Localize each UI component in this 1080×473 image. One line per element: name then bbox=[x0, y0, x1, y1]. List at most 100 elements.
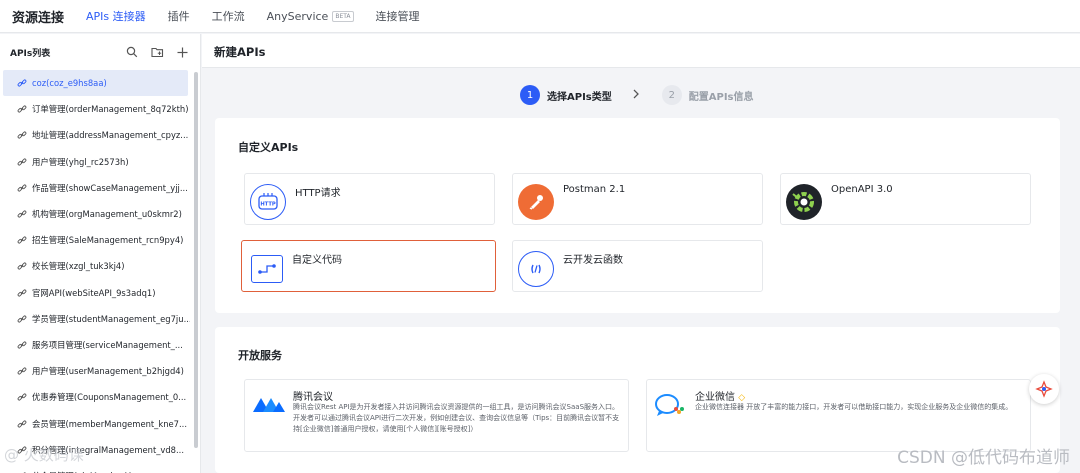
sidebar-header: APIs列表 bbox=[0, 34, 200, 70]
tile-custom-code[interactable]: 自定义代码 bbox=[241, 240, 496, 292]
service-name: 企业微信 ◇ bbox=[695, 388, 745, 403]
sidebar-item-label: 会员管理(memberMangement_kne7... bbox=[32, 418, 187, 429]
step-2-number: 2 bbox=[661, 85, 682, 105]
step-1-label: 选择APIs类型 bbox=[547, 91, 612, 103]
postman-icon bbox=[518, 184, 554, 220]
link-icon bbox=[17, 158, 27, 166]
cloud-function-icon bbox=[518, 251, 554, 287]
apis-sidebar: APIs列表 coz(coz_e9hs8aa) 订单管理(orderManagem… bbox=[0, 34, 201, 473]
new-folder-icon[interactable] bbox=[149, 44, 165, 60]
sidebar-item[interactable]: coz(coz_e9hs8aa) bbox=[3, 70, 188, 97]
nav-tab-anyservice[interactable]: AnyService BETA bbox=[267, 10, 354, 23]
link-icon bbox=[17, 236, 27, 244]
nav-tab-apis-connector[interactable]: APIs 连接器 bbox=[86, 8, 146, 24]
watermark-left: @ 火数码课 bbox=[4, 446, 84, 464]
tile-openapi[interactable]: OpenAPI 3.0 bbox=[780, 173, 1031, 225]
sidebar-item[interactable]: 机构管理(orgManagement_u0skmr2) bbox=[0, 201, 190, 227]
link-icon bbox=[17, 315, 27, 323]
sidebar-item[interactable]: 招生管理(SaleManagement_rcn9py4) bbox=[0, 227, 190, 253]
sidebar-item-label: 机构管理(orgManagement_u0skmr2) bbox=[32, 209, 182, 220]
link-icon bbox=[17, 393, 27, 401]
link-icon bbox=[17, 105, 27, 113]
api-list: coz(coz_e9hs8aa) 订单管理(orderManagement_8q7… bbox=[0, 70, 190, 473]
chevron-right-icon bbox=[632, 88, 640, 102]
svg-text:HTTP: HTTP bbox=[260, 202, 276, 208]
nav-tab-workflow[interactable]: 工作流 bbox=[212, 8, 245, 24]
step-1-number: 1 bbox=[520, 85, 540, 105]
step-2-label: 配置APIs信息 bbox=[688, 91, 754, 103]
nav-tab-label: 插件 bbox=[167, 10, 190, 23]
sidebar-item[interactable]: 会员管理(memberMangement_kne7... bbox=[0, 410, 190, 436]
sidebar-item-label: 招生管理(SaleManagement_rcn9py4) bbox=[32, 235, 184, 246]
search-icon[interactable] bbox=[124, 44, 140, 60]
service-name: 腾讯会议 bbox=[293, 392, 333, 403]
sidebar-title: APIs列表 bbox=[10, 48, 51, 59]
link-icon bbox=[17, 262, 27, 270]
service-description: 企业微信连接器 开放了丰富的能力接口，开发者可以借助接口能力，实现企业服务及企业… bbox=[695, 403, 1013, 411]
sidebar-item[interactable]: 用户管理(yhgl_rc2573h) bbox=[0, 149, 190, 175]
stepper: 1 选择APIs类型 2 配置APIs信息 bbox=[520, 85, 754, 105]
link-icon bbox=[17, 79, 27, 87]
nav-tab-label: 工作流 bbox=[211, 10, 245, 23]
openapi-icon bbox=[786, 184, 822, 220]
page-title: 新建APIs bbox=[202, 34, 1080, 68]
sidebar-item[interactable]: 地址管理(addressManagement_cpyz... bbox=[0, 122, 190, 148]
sidebar-item-label: 官网API(webSiteAPI_9s3adq1) bbox=[32, 287, 156, 298]
service-wecom[interactable]: 企业微信 ◇ 企业微信连接器 开放了丰富的能力接口，开发者可以借助接口能力，实现… bbox=[646, 379, 1031, 452]
sidebar-item-label: 用户管理(yhgl_rc2573h) bbox=[32, 156, 129, 167]
sidebar-item[interactable]: 优惠券管理(CouponsManagement_0... bbox=[0, 384, 190, 410]
beta-badge: BETA bbox=[332, 10, 354, 22]
tile-postman[interactable]: Postman 2.1 bbox=[512, 173, 763, 225]
sidebar-item[interactable]: 校长管理(xzgl_tuk3kj4) bbox=[0, 253, 190, 279]
nav-tab-label: 连接管理 bbox=[375, 10, 420, 23]
tile-label: HTTP请求 bbox=[295, 188, 341, 199]
sidebar-item-label: 优惠券管理(CouponsManagement_0... bbox=[32, 392, 187, 403]
sidebar-item[interactable]: 订单管理(orderManagement_8q72kth) bbox=[0, 96, 190, 122]
nav-tab-plugins[interactable]: 插件 bbox=[168, 8, 190, 24]
sidebar-item-label: 作品管理(showCaseManagement_yjj... bbox=[32, 182, 188, 193]
app-title: 资源连接 bbox=[12, 10, 65, 26]
tencent-meeting-icon bbox=[251, 394, 287, 418]
tile-label: 云开发云函数 bbox=[563, 255, 623, 266]
sidebar-item[interactable]: 服务项目管理(serviceManagement_... bbox=[0, 332, 190, 358]
assistant-fab-icon[interactable] bbox=[1029, 374, 1059, 404]
tile-http[interactable]: HTTP HTTP请求 bbox=[244, 173, 495, 225]
service-tencent-meeting[interactable]: 腾讯会议 腾讯会议Rest API是为开发者接入并访问腾讯会议资源提供的一组工具… bbox=[244, 379, 629, 452]
sidebar-item-label: coz(coz_e9hs8aa) bbox=[32, 78, 107, 89]
top-nav: APIs 连接器 插件 工作流 AnyService BETA 连接管理 bbox=[86, 8, 420, 24]
tile-cloud-function[interactable]: 云开发云函数 bbox=[512, 240, 763, 292]
wecom-icon bbox=[654, 392, 686, 422]
link-icon bbox=[17, 131, 27, 139]
top-bar: 资源连接 APIs 连接器 插件 工作流 AnyService BETA 连接管理 bbox=[0, 0, 1080, 33]
http-icon: HTTP bbox=[250, 184, 286, 220]
link-icon bbox=[17, 341, 27, 349]
sidebar-item-label: 校长管理(xzgl_tuk3kj4) bbox=[32, 261, 125, 272]
nav-tab-label: AnyService bbox=[266, 9, 329, 23]
tile-label: Postman 2.1 bbox=[563, 184, 626, 195]
sidebar-item-label: 用户管理(userManagement_b2hjgd4) bbox=[32, 366, 184, 377]
main-content: 新建APIs 1 选择APIs类型 2 配置APIs信息 自定义APIs HTT… bbox=[202, 34, 1080, 473]
link-icon bbox=[17, 420, 27, 428]
sidebar-item[interactable]: 官网API(webSiteAPI_9s3adq1) bbox=[0, 280, 190, 306]
nav-tab-connection-management[interactable]: 连接管理 bbox=[376, 8, 420, 24]
watermark: CSDN @低代码布道师 bbox=[897, 448, 1070, 468]
sidebar-item[interactable]: 学员管理(studentManagement_eg7ju... bbox=[0, 306, 190, 332]
sidebar-item-label: 服务项目管理(serviceManagement_... bbox=[32, 339, 183, 350]
tile-label: OpenAPI 3.0 bbox=[831, 184, 893, 195]
sidebar-item-label: 地址管理(addressManagement_cpyz... bbox=[32, 130, 189, 141]
add-icon[interactable] bbox=[174, 44, 190, 60]
sidebar-item[interactable]: 用户管理(userManagement_b2hjgd4) bbox=[0, 358, 190, 384]
custom-apis-card: 自定义APIs HTTP HTTP请求 Postman 2.1 OpenAPI … bbox=[215, 118, 1060, 313]
sidebar-scrollbar[interactable] bbox=[194, 72, 198, 448]
nav-tab-label: APIs 连接器 bbox=[86, 10, 146, 23]
link-icon bbox=[17, 367, 27, 375]
sidebar-item[interactable]: 作品管理(showCaseManagement_yjj... bbox=[0, 175, 190, 201]
link-icon bbox=[17, 184, 27, 192]
section-title-open: 开放服务 bbox=[238, 349, 282, 362]
sidebar-item-label: 学员管理(studentManagement_eg7ju... bbox=[32, 313, 190, 324]
code-icon bbox=[251, 255, 283, 283]
link-icon bbox=[17, 289, 27, 297]
sidebar-item-label: 订单管理(orderManagement_8q72kth) bbox=[32, 104, 189, 115]
link-icon bbox=[17, 210, 27, 218]
service-description: 腾讯会议Rest API是为开发者接入并访问腾讯会议资源提供的一组工具，是访问腾… bbox=[293, 403, 620, 433]
